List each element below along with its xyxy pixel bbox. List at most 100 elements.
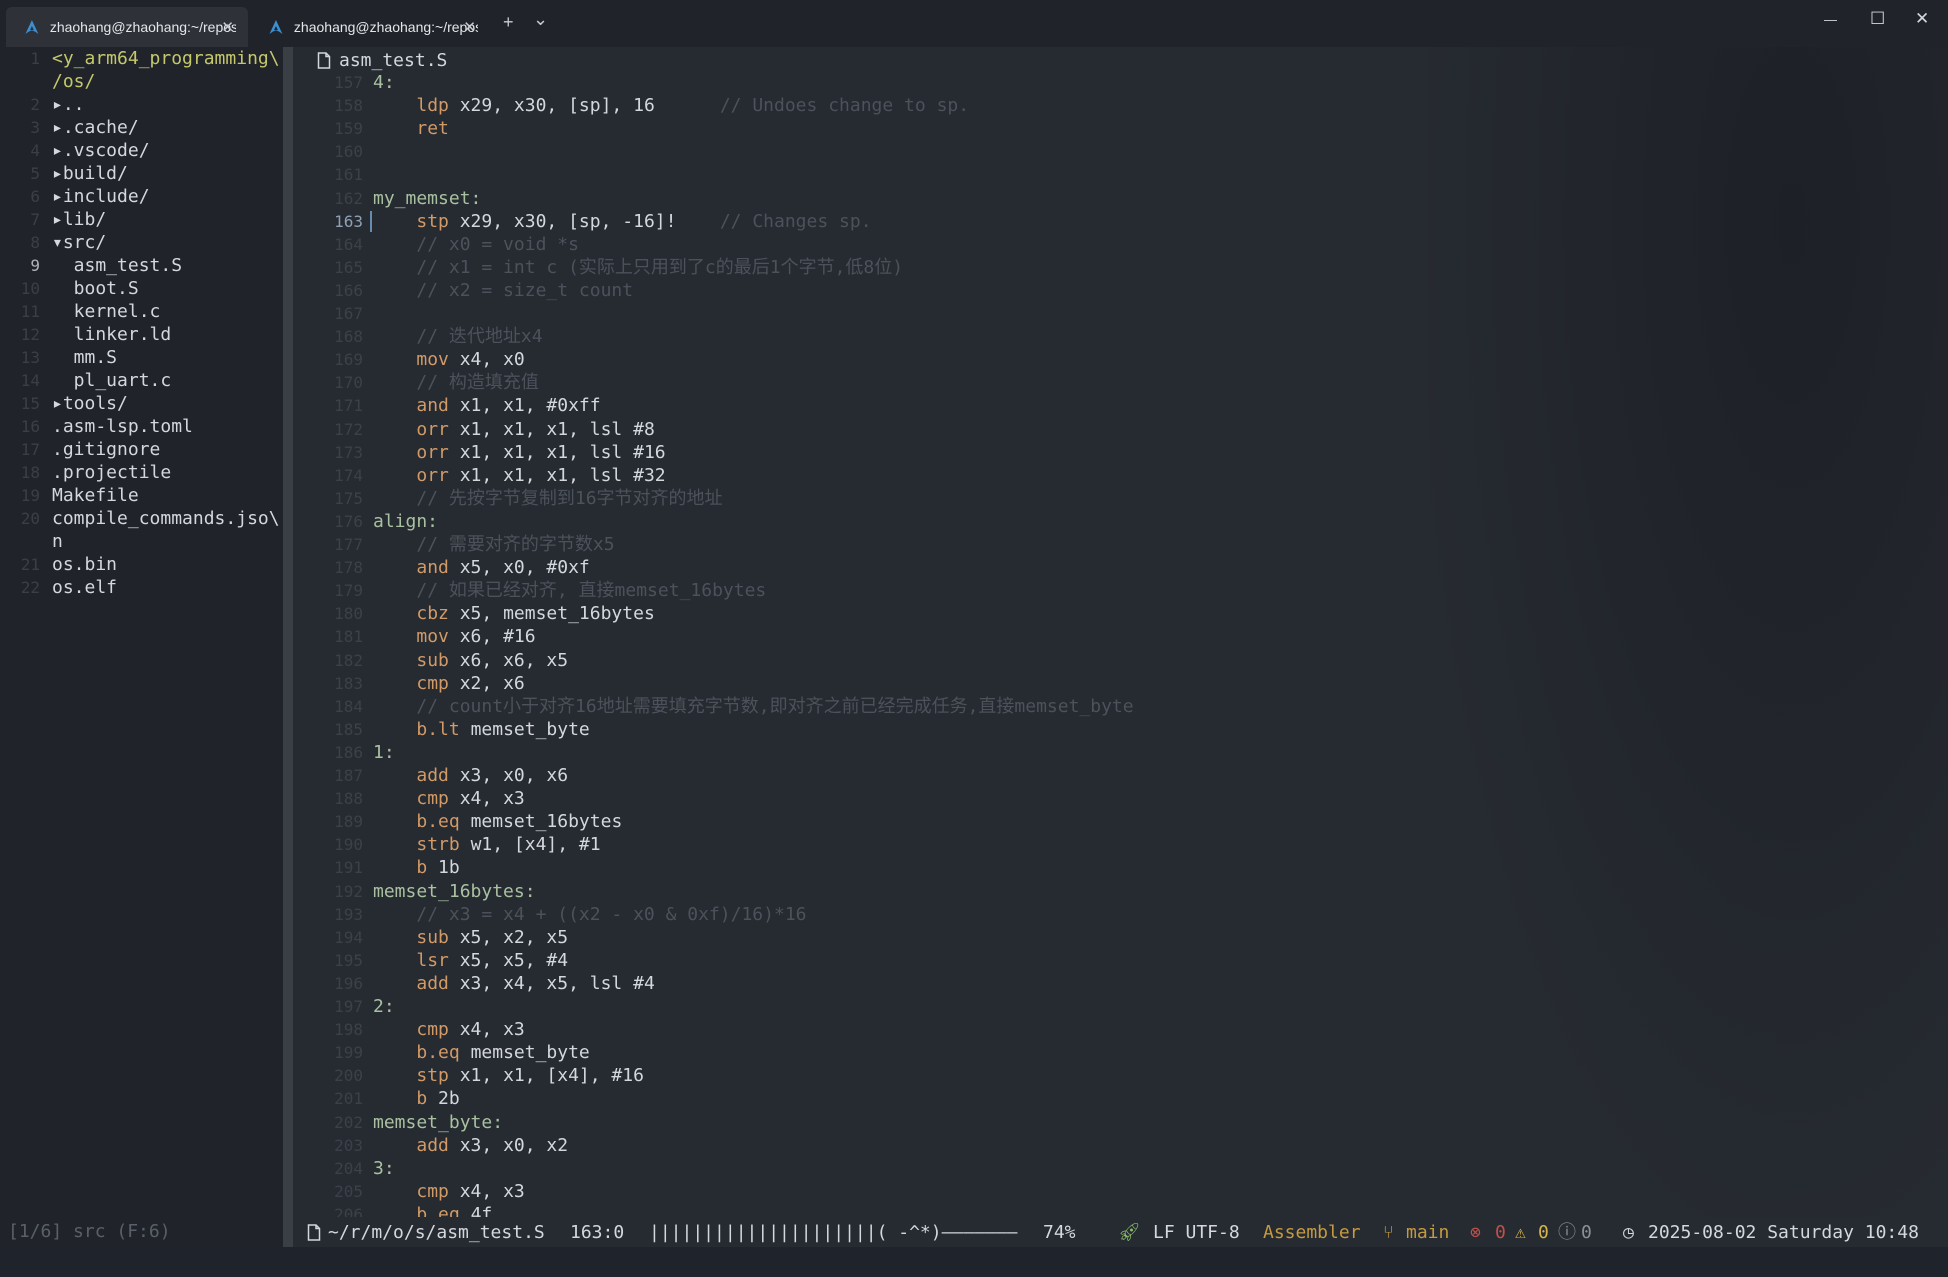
tree-item-dir[interactable]: 3 ▸.cache/ [0, 116, 283, 139]
minimize-button[interactable]: — [1824, 12, 1837, 27]
new-tab-button[interactable]: + [503, 12, 514, 33]
code-line[interactable]: 178 and x5, x0, #0xf [293, 556, 1893, 579]
tree-item-file[interactable]: 9 asm_test.S [0, 254, 283, 277]
code-line[interactable]: 170 // 构造填充值 [293, 371, 1893, 394]
tab-terminal-2[interactable]: zhaohang@zhaohang:~/reposi ✕ [250, 7, 490, 47]
code-line[interactable]: 180 cbz x5, memset_16bytes [293, 602, 1893, 625]
tree-root-path[interactable]: /os/ [0, 70, 283, 93]
code-line[interactable]: 171 and x1, x1, #0xff [293, 394, 1893, 417]
tree-item-file[interactable]: 11 kernel.c [0, 300, 283, 323]
tree-item-file[interactable]: 16 .asm-lsp.toml [0, 415, 283, 438]
warning-count[interactable]: 0 [1538, 1221, 1549, 1245]
code-line[interactable]: 157 4: [293, 71, 1893, 94]
sidebar-scrollbar[interactable] [283, 47, 293, 1247]
tree-item-file[interactable]: 12 linker.ld [0, 323, 283, 346]
code-line[interactable]: 167 [293, 302, 1893, 325]
tree-root-path[interactable]: 1 <y_arm64_programming\ [0, 47, 283, 70]
tree-item-file[interactable]: 21 os.bin [0, 553, 283, 576]
code-line[interactable]: 163 stp x29, x30, [sp, -16]! // Changes … [293, 210, 1893, 233]
code-line[interactable]: 191 b 1b [293, 856, 1893, 879]
code-line[interactable]: 194 sub x5, x2, x5 [293, 926, 1893, 949]
code-line[interactable]: 182 sub x6, x6, x5 [293, 649, 1893, 672]
code-line[interactable]: 175 // 先按字节复制到16字节对齐的地址 [293, 487, 1893, 510]
code-line[interactable]: 173 orr x1, x1, x1, lsl #16 [293, 441, 1893, 464]
code-line[interactable]: 177 // 需要对齐的字节数x5 [293, 533, 1893, 556]
tree-item-file[interactable]: 18 .projectile [0, 461, 283, 484]
code-line[interactable]: 186 1: [293, 741, 1893, 764]
code-line[interactable]: 200 stp x1, x1, [x4], #16 [293, 1064, 1893, 1087]
maximize-button[interactable]: ☐ [1870, 9, 1885, 29]
code-line[interactable]: 164 // x0 = void *s [293, 233, 1893, 256]
code-line[interactable]: 185 b.lt memset_byte [293, 718, 1893, 741]
code-line[interactable]: 158 ldp x29, x30, [sp], 16 // Undoes cha… [293, 94, 1893, 117]
code-line[interactable]: 189 b.eq memset_16bytes [293, 810, 1893, 833]
code-line[interactable]: 172 orr x1, x1, x1, lsl #8 [293, 418, 1893, 441]
tree-item-dir[interactable]: 15 ▸tools/ [0, 392, 283, 415]
code-line[interactable]: 198 cmp x4, x3 [293, 1018, 1893, 1041]
code-line[interactable]: 199 b.eq memset_byte [293, 1041, 1893, 1064]
code-comment: // 构造填充值 [416, 372, 539, 393]
code-line[interactable]: 166 // x2 = size_t count [293, 279, 1893, 302]
tree-item-file[interactable]: n [0, 530, 283, 553]
code-line[interactable]: 159 ret [293, 117, 1893, 140]
code-line[interactable]: 174 orr x1, x1, x1, lsl #32 [293, 464, 1893, 487]
tree-item-dir[interactable]: 8 ▾src/ [0, 231, 283, 254]
code-line[interactable]: 196 add x3, x4, x5, lsl #4 [293, 972, 1893, 995]
tree-item-file[interactable]: 14 pl_uart.c [0, 369, 283, 392]
tab-terminal-1[interactable]: zhaohang@zhaohang:~/repos ✕ [6, 7, 248, 47]
code-line[interactable]: 187 add x3, x0, x6 [293, 764, 1893, 787]
code-line[interactable]: 195 lsr x5, x5, #4 [293, 949, 1893, 972]
line-number: 191 [334, 858, 363, 877]
error-count[interactable]: 0 [1495, 1221, 1506, 1245]
tree-item-file[interactable]: 20 compile_commands.jso\ [0, 507, 283, 530]
code-line[interactable]: 162 my_memset: [293, 187, 1893, 210]
code-line[interactable]: 160 [293, 140, 1893, 163]
code-line[interactable]: 206 b.eq 4f [293, 1203, 1893, 1217]
code-line[interactable]: 204 3: [293, 1157, 1893, 1180]
code-line[interactable]: 201 b 2b [293, 1087, 1893, 1110]
code-line[interactable]: 176 align: [293, 510, 1893, 533]
tree-item-dir[interactable]: 7 ▸lib/ [0, 208, 283, 231]
code-line[interactable]: 183 cmp x2, x6 [293, 672, 1893, 695]
code-comment: // x0 = void *s [416, 234, 579, 255]
tab-dropdown-button[interactable]: ⌄ [533, 9, 548, 30]
close-icon[interactable]: ✕ [463, 18, 476, 36]
code-line[interactable]: 203 add x3, x0, x2 [293, 1134, 1893, 1157]
code-line[interactable]: 169 mov x4, x0 [293, 348, 1893, 371]
major-mode[interactable]: Assembler [1263, 1221, 1361, 1245]
code-line[interactable]: 188 cmp x4, x3 [293, 787, 1893, 810]
tree-item-file[interactable]: 13 mm.S [0, 346, 283, 369]
code-line[interactable]: 161 [293, 163, 1893, 186]
code-line[interactable]: 179 // 如果已经对齐, 直接memset_16bytes [293, 579, 1893, 602]
code-text: and x5, x0, #0xf [373, 556, 589, 579]
code-line[interactable]: 184 // count小于对齐16地址需要填充字节数,即对齐之前已经完成任务,… [293, 695, 1893, 718]
close-window-button[interactable]: ✕ [1915, 9, 1929, 29]
tree-item-dir[interactable]: 5 ▸build/ [0, 162, 283, 185]
tree-item-file[interactable]: 10 boot.S [0, 277, 283, 300]
line-number: 19 [20, 486, 40, 505]
buffer-path[interactable]: ~/r/m/o/s/asm_test.S [328, 1221, 545, 1245]
encoding-indicator[interactable]: LF UTF-8 [1153, 1221, 1240, 1245]
code-editor[interactable]: asm_test.S 157 4: 158 ldp x29, x30, [sp], … [293, 47, 1948, 1217]
tree-item-file[interactable]: 19 Makefile [0, 484, 283, 507]
code-line[interactable]: 202 memset_byte: [293, 1111, 1893, 1134]
code-line[interactable]: 192 memset_16bytes: [293, 880, 1893, 903]
code-line[interactable]: 190 strb w1, [x4], #1 [293, 833, 1893, 856]
tree-item-file[interactable]: 17 .gitignore [0, 438, 283, 461]
close-icon[interactable]: ✕ [221, 18, 234, 36]
tree-item-file[interactable]: 22 os.elf [0, 576, 283, 599]
tree-item-dir[interactable]: 6 ▸include/ [0, 185, 283, 208]
tree-item-label: ▸include/ [52, 186, 150, 207]
info-count[interactable]: 0 [1581, 1221, 1592, 1245]
code-text: mov x4, x0 [373, 348, 524, 371]
git-branch[interactable]: main [1406, 1221, 1449, 1245]
tree-item-dir[interactable]: 4 ▸.vscode/ [0, 139, 283, 162]
code-line[interactable]: 205 cmp x4, x3 [293, 1180, 1893, 1203]
code-line[interactable]: 193 // x3 = x4 + ((x2 - x0 & 0xf)/16)*16 [293, 903, 1893, 926]
code-line[interactable]: 165 // x1 = int c (实际上只用到了c的最后1个字节,低8位) [293, 256, 1893, 279]
tree-item-dir[interactable]: 2 ▸.. [0, 93, 283, 116]
code-line[interactable]: 181 mov x6, #16 [293, 625, 1893, 648]
code-line[interactable]: 168 // 迭代地址x4 [293, 325, 1893, 348]
code-line[interactable]: 197 2: [293, 995, 1893, 1018]
tree-item-label: ▸.cache/ [52, 117, 139, 138]
